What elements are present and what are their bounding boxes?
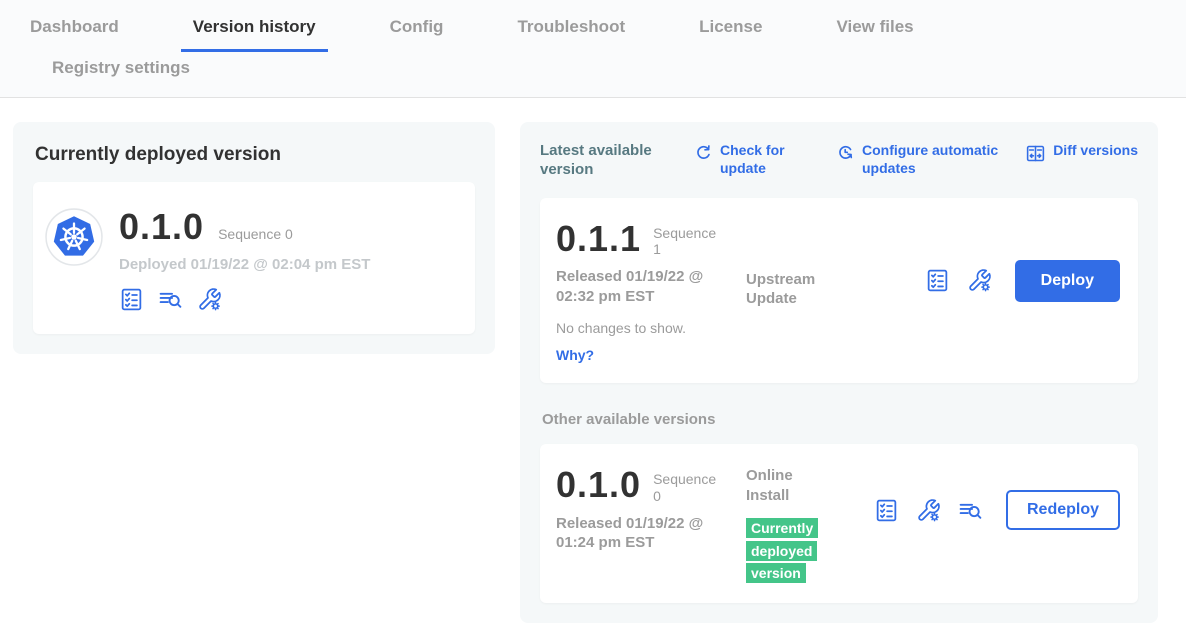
preflight-checks-icon[interactable] xyxy=(119,287,144,312)
tab-version-history[interactable]: Version history xyxy=(181,0,328,52)
other-sequence-label: Sequence 0 xyxy=(653,471,719,505)
nav-row-secondary: Registry settings xyxy=(0,52,1186,97)
schedule-update-icon xyxy=(836,143,855,162)
deployed-sequence-label: Sequence 0 xyxy=(218,226,293,242)
kubernetes-logo-icon xyxy=(45,208,103,312)
diff-icon xyxy=(1025,143,1046,164)
deployed-version-details: 0.1.0 Sequence 0 Deployed 01/19/22 @ 02:… xyxy=(119,208,370,312)
check-for-update-link[interactable]: Check for update xyxy=(694,142,796,177)
redeploy-button[interactable]: Redeploy xyxy=(1006,490,1120,530)
latest-sequence-label: Sequence 1 xyxy=(653,225,719,259)
app-navbar: Dashboard Version history Config Trouble… xyxy=(0,0,1186,98)
no-changes-note: No changes to show. xyxy=(556,320,746,336)
preflight-checks-icon[interactable] xyxy=(925,268,950,293)
latest-available-title: Latest available version xyxy=(540,142,690,180)
tab-troubleshoot[interactable]: Troubleshoot xyxy=(505,0,637,52)
other-version-card: 0.1.0 Sequence 0 Released 01/19/22 @ 01:… xyxy=(540,444,1138,603)
nav-row-primary: Dashboard Version history Config Trouble… xyxy=(0,0,1186,52)
config-values-icon[interactable] xyxy=(197,287,222,312)
currently-deployed-badge: Currently deployed version xyxy=(746,518,818,583)
tab-dashboard[interactable]: Dashboard xyxy=(18,0,131,52)
why-link[interactable]: Why? xyxy=(556,347,594,363)
other-available-versions-title: Other available versions xyxy=(542,411,1138,428)
tab-license[interactable]: License xyxy=(687,0,774,52)
latest-source-label: Upstream Update xyxy=(746,270,838,309)
tab-view-files[interactable]: View files xyxy=(824,0,925,52)
deploy-logs-icon[interactable] xyxy=(958,498,983,523)
diff-versions-label: Diff versions xyxy=(1053,142,1138,160)
deploy-logs-icon[interactable] xyxy=(158,287,183,312)
other-source-label: Online Install xyxy=(746,466,838,505)
currently-deployed-panel: Currently deployed version xyxy=(13,122,495,354)
tab-config[interactable]: Config xyxy=(378,0,456,52)
deployed-version-number: 0.1.0 xyxy=(119,208,204,246)
available-versions-panel: Latest available version Check for updat… xyxy=(520,122,1158,623)
currently-deployed-title: Currently deployed version xyxy=(35,144,475,166)
check-for-update-label: Check for update xyxy=(720,142,796,177)
tab-registry-settings[interactable]: Registry settings xyxy=(40,52,202,97)
other-version-number: 0.1.0 xyxy=(556,466,641,504)
refresh-icon xyxy=(694,143,713,162)
deployed-timestamp: Deployed 01/19/22 @ 02:04 pm EST xyxy=(119,256,370,273)
configure-automatic-updates-link[interactable]: Configure automatic updates xyxy=(836,142,1016,177)
deploy-button[interactable]: Deploy xyxy=(1015,260,1120,302)
latest-version-card: 0.1.1 Sequence 1 Released 01/19/22 @ 02:… xyxy=(540,198,1138,384)
deployed-version-card: 0.1.0 Sequence 0 Deployed 01/19/22 @ 02:… xyxy=(33,182,475,334)
preflight-checks-icon[interactable] xyxy=(874,498,899,523)
latest-version-number: 0.1.1 xyxy=(556,220,641,258)
config-values-icon[interactable] xyxy=(967,268,992,293)
configure-automatic-updates-label: Configure automatic updates xyxy=(862,142,1016,177)
other-released-timestamp: Released 01/19/22 @ 01:24 pm EST xyxy=(556,514,721,553)
main-content: Currently deployed version xyxy=(0,98,1186,623)
config-values-icon[interactable] xyxy=(916,498,941,523)
latest-released-timestamp: Released 01/19/22 @ 02:32 pm EST xyxy=(556,267,721,306)
diff-versions-link[interactable]: Diff versions xyxy=(1025,142,1138,164)
